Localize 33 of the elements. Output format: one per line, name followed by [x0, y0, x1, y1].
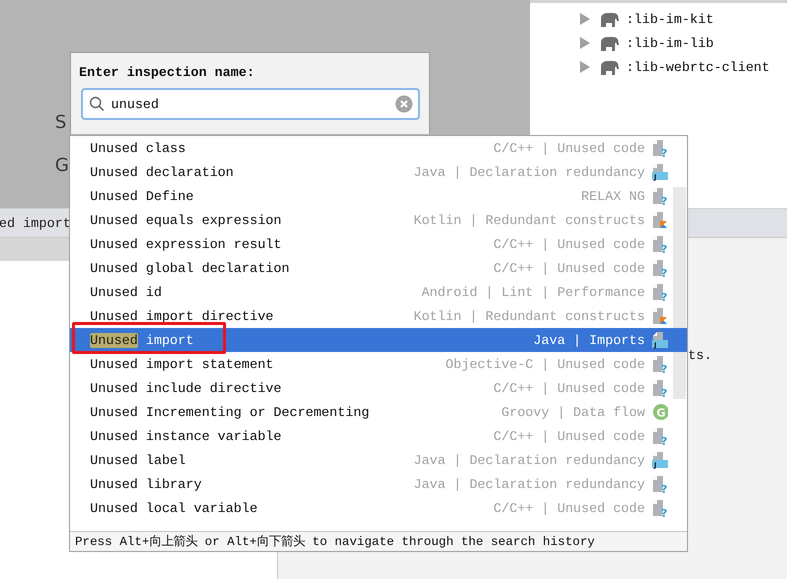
result-item[interactable]: Unused import statement Objective-C | Unused code ? — [70, 352, 687, 376]
result-item[interactable]: Unused local variable C/C++ | Unused code ? — [70, 496, 687, 520]
result-item[interactable]: Unused include directive C/C++ | Unused code ? — [70, 376, 687, 400]
result-item[interactable]: Unused import directive Kotlin | Redundant constructs — [70, 304, 687, 328]
elephant-icon — [598, 10, 620, 28]
settings-label: G — [55, 155, 69, 176]
result-item[interactable]: Unused class C/C++ | Unused code ? — [70, 136, 687, 160]
result-item[interactable]: Unused Define RELAX NG ? — [70, 184, 687, 208]
result-item[interactable]: Unused id Android | Lint | Performance ? — [70, 280, 687, 304]
module-label[interactable]: :lib-im-lib — [626, 36, 714, 50]
module-label[interactable]: :lib-webrtc-client — [626, 60, 770, 74]
result-item[interactable]: Unused Incrementing or Decrementing Groovy | Data flow G — [70, 400, 687, 424]
search-icon — [89, 96, 105, 112]
expand-arrow-icon[interactable] — [578, 60, 592, 74]
expand-arrow-icon[interactable] — [578, 12, 592, 26]
kotlin-file-icon — [652, 307, 668, 325]
tab-label: ed import — [0, 216, 71, 230]
expand-arrow-icon[interactable] — [578, 36, 592, 50]
result-item[interactable]: Unused global declaration C/C++ | Unused code ? — [70, 256, 687, 280]
module-label[interactable]: :lib-im-kit — [626, 12, 714, 26]
kotlin-file-icon — [652, 211, 668, 229]
clear-icon[interactable] — [395, 95, 413, 113]
description-text: ts. — [688, 348, 712, 363]
result-item[interactable]: Unused equals expression Kotlin | Redundant constructs — [70, 208, 687, 232]
dialog-title: Enter inspection name: — [79, 65, 256, 80]
result-item[interactable]: Unused expression result C/C++ | Unused code ? — [70, 232, 687, 256]
search-field[interactable]: unused — [81, 88, 420, 120]
settings-label: S — [55, 112, 66, 133]
elephant-icon — [598, 58, 620, 76]
elephant-icon — [598, 34, 620, 52]
hint-text: Press Alt+向上箭头 or Alt+向下箭头 to navigate through the search history — [70, 531, 687, 551]
result-item[interactable]: Unused library Java | Declaration redundancy ? — [70, 472, 687, 496]
result-item[interactable]: Unused instance variable C/C++ | Unused code ? — [70, 424, 687, 448]
